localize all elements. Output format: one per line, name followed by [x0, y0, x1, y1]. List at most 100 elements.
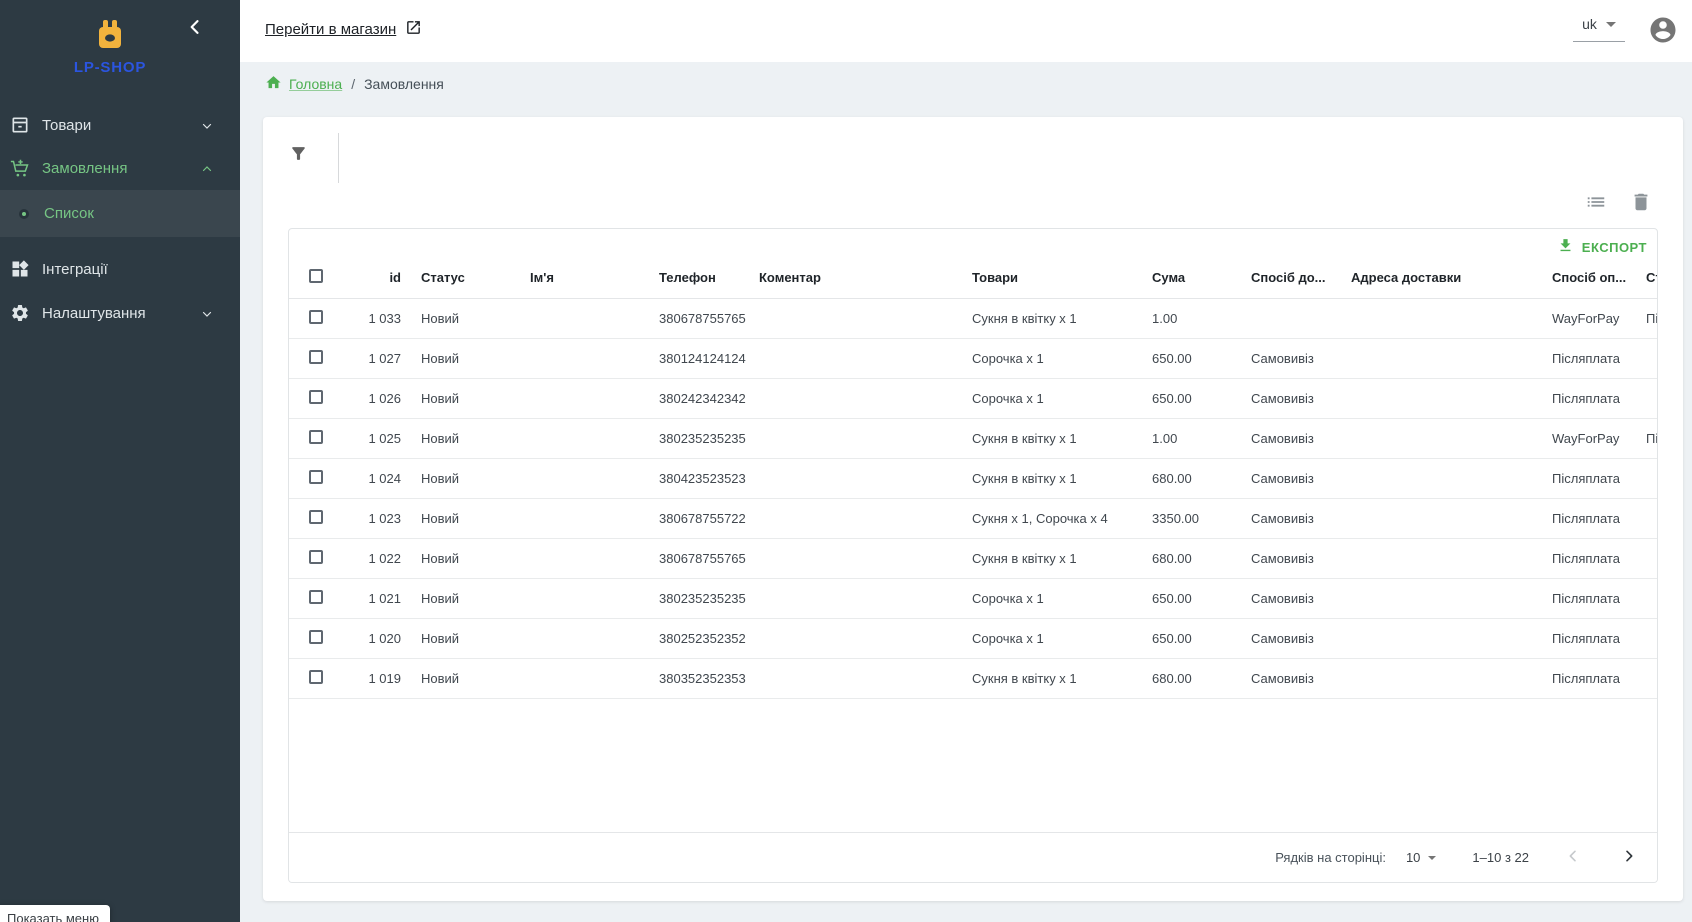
delete-button[interactable] [1626, 189, 1656, 219]
page-range: 1–10 з 22 [1472, 850, 1529, 865]
account-icon [1648, 32, 1678, 49]
language-select[interactable]: uk [1573, 16, 1625, 42]
cell-id: 1 020 [333, 619, 401, 659]
cell-status: Новий [421, 459, 525, 499]
cell-products: Сукня в квітку x 1 [972, 299, 1148, 339]
trash-icon [1630, 191, 1652, 218]
cell-status: Новий [421, 659, 525, 699]
table-row[interactable]: 1 022Новий380678755765Сукня в квітку x 1… [289, 539, 1657, 579]
cell-products: Сорочка x 1 [972, 579, 1148, 619]
cell-payment: WayForPay [1552, 299, 1644, 339]
cell-status: Новий [421, 619, 525, 659]
next-page-button[interactable] [1617, 846, 1641, 870]
table-row[interactable]: 1 023Новий380678755722Сукня x 1, Сорочка… [289, 499, 1657, 539]
header-cell-status[interactable]: Статус [421, 257, 525, 299]
go-to-store-link[interactable]: Перейти в магазин [265, 19, 422, 40]
table-footer: Рядків на сторінці: 10 1–10 з 22 [289, 832, 1657, 882]
header-checkbox[interactable] [309, 269, 323, 283]
cell-id: 1 019 [333, 659, 401, 699]
table-row[interactable]: 1 021Новий380235235235Сорочка x 1650.00С… [289, 579, 1657, 619]
cell-delivery: Самовивіз [1251, 459, 1347, 499]
table-row[interactable]: 1 024Новий380423523523Сукня в квітку x 1… [289, 459, 1657, 499]
cell-phone: 380423523523 [659, 459, 755, 499]
row-checkbox[interactable] [309, 430, 323, 444]
cell-products: Сорочка x 1 [972, 339, 1148, 379]
gear-icon [8, 301, 32, 325]
home-icon [265, 74, 282, 94]
filter-icon [289, 144, 308, 168]
cell-id: 1 022 [333, 539, 401, 579]
row-checkbox[interactable] [309, 630, 323, 644]
rows-per-page-select[interactable]: 10 [1406, 850, 1436, 865]
cell-payment: Післяплата [1552, 539, 1644, 579]
sidebar-item-settings[interactable]: Налаштування [0, 292, 240, 334]
go-to-store-label: Перейти в магазин [265, 21, 396, 38]
cell-id: 1 024 [333, 459, 401, 499]
cell-delivery: Самовивіз [1251, 379, 1347, 419]
cell-status: Новий [421, 539, 525, 579]
rows-per-page-label: Рядків на сторінці: [1275, 850, 1386, 865]
chevron-right-icon [1621, 848, 1637, 867]
cell-sum: 1.00 [1152, 299, 1244, 339]
row-checkbox[interactable] [309, 550, 323, 564]
cell-delivery: Самовивіз [1251, 619, 1347, 659]
cell-status: Новий [421, 379, 525, 419]
header-cell-comment[interactable]: Коментар [759, 257, 967, 299]
cell-sum: 680.00 [1152, 459, 1244, 499]
header-cell-pay_status[interactable]: Ст [1646, 257, 1658, 299]
cell-pay_status: Пі [1646, 299, 1658, 339]
breadcrumb-separator: / [351, 76, 355, 92]
cell-sum: 650.00 [1152, 379, 1244, 419]
row-checkbox[interactable] [309, 670, 323, 684]
table-row[interactable]: 1 026Новий380242342342Сорочка x 1650.00С… [289, 379, 1657, 419]
filter-divider [338, 133, 339, 183]
cell-pay_status: Пі [1646, 419, 1658, 459]
sidebar-item-orders[interactable]: Замовлення [0, 147, 240, 189]
column-settings-button[interactable] [1581, 189, 1611, 219]
table-row[interactable]: 1 027Новий380124124124Сорочка x 1650.00С… [289, 339, 1657, 379]
sidebar-item-integrations[interactable]: Інтеграції [0, 248, 240, 290]
header-cell-id[interactable]: id [333, 257, 401, 299]
cell-delivery: Самовивіз [1251, 659, 1347, 699]
row-checkbox[interactable] [309, 470, 323, 484]
header-cell-phone[interactable]: Телефон [659, 257, 755, 299]
app-root: LP-SHOP Товари Замовленн [0, 0, 1692, 922]
header-cell-name[interactable]: Ім'я [530, 257, 654, 299]
table-row[interactable]: 1 033Новий380678755765Сукня в квітку x 1… [289, 299, 1657, 339]
cell-delivery: Самовивіз [1251, 499, 1347, 539]
header-cell-delivery[interactable]: Спосіб до... [1251, 257, 1347, 299]
chevron-left-icon [1565, 848, 1581, 867]
filter-button[interactable] [281, 139, 315, 173]
breadcrumb: Головна / Замовлення [265, 74, 444, 94]
header-cell-products[interactable]: Товари [972, 257, 1148, 299]
prev-page-button[interactable] [1561, 846, 1585, 870]
cell-sum: 3350.00 [1152, 499, 1244, 539]
row-checkbox[interactable] [309, 590, 323, 604]
products-icon [8, 113, 32, 137]
sidebar-item-products[interactable]: Товари [0, 104, 240, 146]
table-row[interactable]: 1 025Новий380235235235Сукня в квітку x 1… [289, 419, 1657, 459]
export-button[interactable]: ЕКСПОРТ [1557, 235, 1647, 259]
breadcrumb-home-link[interactable]: Головна [265, 74, 342, 94]
cell-delivery: Самовивіз [1251, 579, 1347, 619]
row-checkbox[interactable] [309, 510, 323, 524]
breadcrumb-current: Замовлення [364, 76, 444, 92]
cell-products: Сорочка x 1 [972, 379, 1148, 419]
logo[interactable]: LP-SHOP [0, 18, 220, 76]
cell-status: Новий [421, 579, 525, 619]
table-row[interactable]: 1 020Новий380252352352Сорочка x 1650.00С… [289, 619, 1657, 659]
cell-payment: Післяплата [1552, 579, 1644, 619]
row-checkbox[interactable] [309, 310, 323, 324]
breadcrumb-home-label: Головна [289, 76, 342, 92]
cell-phone: 380678755722 [659, 499, 755, 539]
account-menu-button[interactable] [1648, 15, 1678, 45]
cell-delivery: Самовивіз [1251, 419, 1347, 459]
cell-id: 1 027 [333, 339, 401, 379]
header-cell-sum[interactable]: Сума [1152, 257, 1244, 299]
row-checkbox[interactable] [309, 350, 323, 364]
header-cell-payment[interactable]: Спосіб оп... [1552, 257, 1644, 299]
header-cell-address[interactable]: Адреса доставки [1351, 257, 1547, 299]
table-row[interactable]: 1 019Новий380352352353Сукня в квітку x 1… [289, 659, 1657, 699]
sidebar-item-orders-list[interactable]: Список [0, 190, 240, 237]
row-checkbox[interactable] [309, 390, 323, 404]
